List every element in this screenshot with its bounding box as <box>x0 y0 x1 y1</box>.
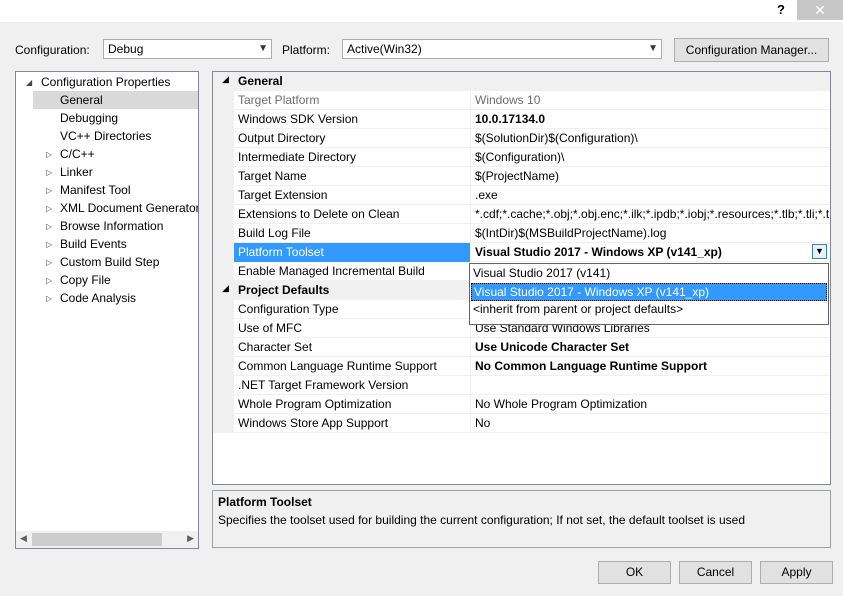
property-value: Windows 10 <box>475 93 541 107</box>
tree-item-general[interactable]: General <box>33 91 198 109</box>
help-button[interactable]: ? <box>770 0 792 20</box>
property-row[interactable]: Extensions to Delete on Clean *.cdf;*.ca… <box>213 205 830 224</box>
configuration-combo[interactable]: Debug ▼ <box>103 39 272 59</box>
platform-combo[interactable]: Active(Win32) ▼ <box>342 39 662 59</box>
property-name: Configuration Type <box>238 302 339 316</box>
property-row[interactable]: Target Platform Windows 10 <box>213 91 830 110</box>
close-button[interactable]: ✕ <box>797 0 843 20</box>
platform-value: Active(Win32) <box>347 42 422 56</box>
collapsed-triangle-icon[interactable]: ▷ <box>46 150 52 159</box>
property-row-platform-toolset[interactable]: Platform Toolset Visual Studio 2017 - Wi… <box>213 243 830 262</box>
property-value[interactable]: Use Unicode Character Set <box>475 338 830 357</box>
property-name: Common Language Runtime Support <box>238 359 437 373</box>
collapsed-triangle-icon[interactable]: ▷ <box>46 168 52 177</box>
chevron-down-icon: ▼ <box>648 43 658 54</box>
property-row[interactable]: Windows SDK Version 10.0.17134.0 <box>213 110 830 129</box>
property-name: Target Platform <box>238 93 320 107</box>
property-value[interactable]: Visual Studio 2017 - Windows XP (v141_xp… <box>475 243 805 262</box>
dropdown-arrow-icon[interactable]: ▼ <box>812 244 827 259</box>
property-row[interactable]: Target Extension .exe <box>213 186 830 205</box>
property-value[interactable]: $(ProjectName) <box>475 167 830 186</box>
dropdown-option[interactable]: Visual Studio 2017 (v141) <box>471 265 827 283</box>
property-name: Enable Managed Incremental Build <box>238 264 425 278</box>
property-name: Target Name <box>238 169 307 183</box>
property-row[interactable]: Build Log File $(IntDir)$(MSBuildProject… <box>213 224 830 243</box>
expanded-triangle-icon[interactable]: ◢ <box>26 78 32 87</box>
property-name: Character Set <box>238 340 313 354</box>
property-tree[interactable]: ◢ Configuration Properties General Debug… <box>15 71 199 549</box>
ok-button[interactable]: OK <box>598 561 671 584</box>
property-name: Whole Program Optimization <box>238 397 392 411</box>
collapsed-triangle-icon[interactable]: ▷ <box>46 186 52 195</box>
property-value[interactable]: $(IntDir)$(MSBuildProjectName).log <box>475 224 830 243</box>
property-name: .NET Target Framework Version <box>238 378 409 392</box>
platform-toolset-dropdown[interactable]: Visual Studio 2017 (v141) Visual Studio … <box>469 263 829 325</box>
tree-item-browse-information[interactable]: Browse Information <box>60 217 163 235</box>
platform-label: Platform: <box>282 43 331 57</box>
collapsed-triangle-icon[interactable]: ▷ <box>46 240 52 249</box>
property-value[interactable]: No Common Language Runtime Support <box>475 357 830 376</box>
property-name: Windows Store App Support <box>238 416 389 430</box>
property-value[interactable]: 10.0.17134.0 <box>475 110 830 129</box>
tree-item-debugging[interactable]: Debugging <box>60 109 118 127</box>
property-name: Extensions to Delete on Clean <box>238 207 400 221</box>
property-value[interactable] <box>475 376 830 395</box>
property-name: Build Log File <box>238 226 311 240</box>
tree-horizontal-scrollbar[interactable]: ◀ ▶ <box>16 531 198 548</box>
property-value[interactable]: *.cdf;*.cache;*.obj;*.obj.enc;*.ilk;*.ip… <box>475 205 830 224</box>
property-row[interactable]: Target Name $(ProjectName) <box>213 167 830 186</box>
property-name: Windows SDK Version <box>238 112 359 126</box>
tree-item-copy-file[interactable]: Copy File <box>60 271 111 289</box>
property-row[interactable]: Output Directory $(SolutionDir)$(Configu… <box>213 129 830 148</box>
tree-item-code-analysis[interactable]: Code Analysis <box>60 289 136 307</box>
property-row[interactable]: Character Set Use Unicode Character Set <box>213 338 830 357</box>
description-text: Specifies the toolset used for building … <box>218 513 745 527</box>
category-general[interactable]: ◢ General <box>213 72 830 91</box>
collapsed-triangle-icon[interactable]: ▷ <box>46 258 52 267</box>
property-value[interactable]: $(SolutionDir)$(Configuration)\ <box>475 129 830 148</box>
tree-item-c-cpp[interactable]: C/C++ <box>60 145 95 163</box>
title-bar <box>0 0 843 22</box>
property-value[interactable]: $(Configuration)\ <box>475 148 830 167</box>
expanded-triangle-icon[interactable]: ◢ <box>222 283 229 294</box>
property-value[interactable]: .exe <box>475 186 830 205</box>
tree-item-xml-document-generator[interactable]: XML Document Generator <box>60 199 198 217</box>
tree-item-build-events[interactable]: Build Events <box>60 235 127 253</box>
apply-button[interactable]: Apply <box>760 561 833 584</box>
property-name: Output Directory <box>238 131 326 145</box>
description-pane: Platform Toolset Specifies the toolset u… <box>212 490 831 548</box>
description-title: Platform Toolset <box>218 495 312 509</box>
tree-item-manifest-tool[interactable]: Manifest Tool <box>60 181 130 199</box>
property-row[interactable]: Intermediate Directory $(Configuration)\ <box>213 148 830 167</box>
collapsed-triangle-icon[interactable]: ▷ <box>46 276 52 285</box>
property-value[interactable]: No Whole Program Optimization <box>475 395 830 414</box>
tree-item-configuration-properties[interactable]: Configuration Properties <box>41 73 170 91</box>
property-name: Target Extension <box>238 188 328 202</box>
collapsed-triangle-icon[interactable]: ▷ <box>46 294 52 303</box>
property-value[interactable]: No <box>475 414 830 433</box>
property-row[interactable]: Windows Store App Support No <box>213 414 830 433</box>
dropdown-option-selected[interactable]: Visual Studio 2017 - Windows XP (v141_xp… <box>471 283 827 301</box>
tree-item-custom-build-step[interactable]: Custom Build Step <box>60 253 159 271</box>
collapsed-triangle-icon[interactable]: ▷ <box>46 204 52 213</box>
scroll-left-icon[interactable]: ◀ <box>20 533 27 544</box>
scrollbar-thumb[interactable] <box>32 533 162 546</box>
chevron-down-icon: ▼ <box>258 43 268 54</box>
scroll-right-icon[interactable]: ▶ <box>187 533 194 544</box>
property-name: Platform Toolset <box>234 243 470 262</box>
tree-item-vc-directories[interactable]: VC++ Directories <box>60 127 151 145</box>
cancel-button[interactable]: Cancel <box>679 561 752 584</box>
configuration-value: Debug <box>108 42 144 56</box>
configuration-label: Configuration: <box>15 43 90 57</box>
property-row[interactable]: Common Language Runtime Support No Commo… <box>213 357 830 376</box>
dropdown-option[interactable]: <inherit from parent or project defaults… <box>471 301 827 319</box>
property-row[interactable]: Whole Program Optimization No Whole Prog… <box>213 395 830 414</box>
tree-item-linker[interactable]: Linker <box>60 163 93 181</box>
property-row[interactable]: .NET Target Framework Version <box>213 376 830 395</box>
collapsed-triangle-icon[interactable]: ▷ <box>46 222 52 231</box>
property-name: Use of MFC <box>238 321 303 335</box>
expanded-triangle-icon[interactable]: ◢ <box>222 74 229 85</box>
property-name: Intermediate Directory <box>238 150 357 164</box>
configuration-manager-button[interactable]: Configuration Manager... <box>674 38 829 62</box>
